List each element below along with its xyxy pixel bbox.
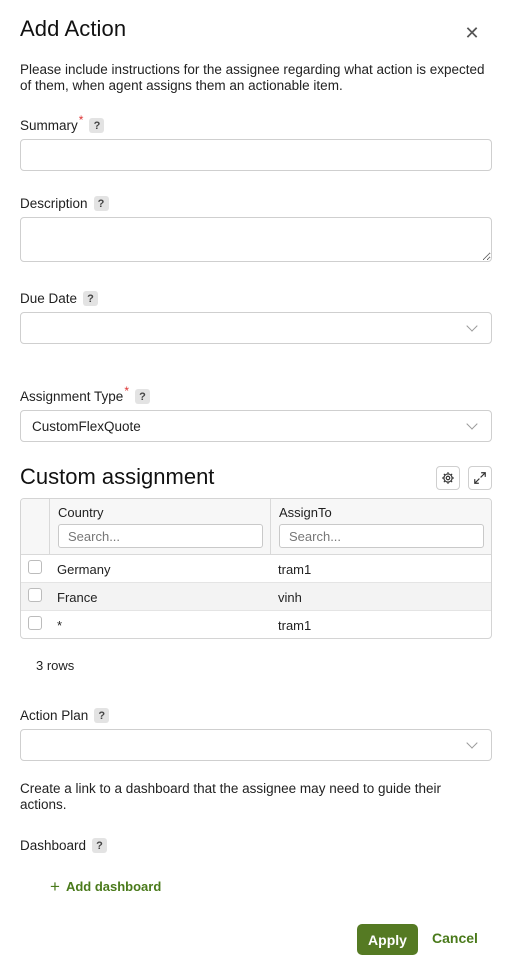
due-date-label-text: Due Date — [20, 291, 78, 306]
chevron-down-icon — [466, 320, 478, 332]
help-icon[interactable]: ? — [89, 118, 105, 133]
assign-to-filter-input[interactable] — [279, 524, 484, 548]
row-count: 3 rows — [36, 658, 75, 673]
summary-label-text: Summary — [20, 118, 78, 133]
table-row[interactable]: Germany tram1 — [21, 555, 491, 583]
table-row[interactable]: * tram1 — [21, 611, 491, 638]
cell-country: * — [57, 618, 63, 633]
action-plan-label: Action Plan ? — [20, 708, 110, 723]
action-plan-label-text: Action Plan — [20, 708, 89, 723]
help-icon[interactable]: ? — [94, 708, 110, 723]
row-checkbox[interactable] — [28, 616, 42, 630]
expand-icon — [474, 472, 486, 484]
help-icon[interactable]: ? — [92, 838, 108, 853]
close-icon[interactable]: ✕ — [463, 24, 481, 42]
add-dashboard-button[interactable]: + Add dashboard — [50, 878, 161, 895]
column-header-assign-to[interactable]: AssignTo — [279, 505, 332, 520]
dashboard-note: Create a link to a dashboard that the as… — [20, 781, 442, 812]
required-marker: * — [124, 383, 129, 398]
cell-country: Germany — [57, 562, 111, 577]
assignment-grid: Country AssignTo Germany tram1 France vi… — [20, 498, 492, 639]
assignment-type-select[interactable]: CustomFlexQuote — [20, 410, 492, 442]
due-date-select[interactable] — [20, 312, 492, 344]
description-label: Description ? — [20, 196, 109, 211]
grid-header: Country AssignTo — [21, 499, 491, 555]
due-date-label: Due Date ? — [20, 291, 99, 306]
add-dashboard-label: Add dashboard — [65, 879, 162, 894]
column-separator — [49, 499, 50, 555]
description-textarea[interactable] — [20, 217, 492, 262]
settings-button[interactable] — [436, 466, 460, 490]
cancel-button[interactable]: Cancel — [432, 930, 478, 946]
gear-icon — [442, 472, 454, 484]
description-label-text: Description — [20, 196, 88, 211]
summary-label: Summary * ? — [20, 113, 105, 133]
help-icon[interactable]: ? — [134, 389, 150, 404]
dashboard-label: Dashboard ? — [20, 838, 108, 853]
expand-button[interactable] — [468, 466, 492, 490]
intro-text: Please include instructions for the assi… — [20, 62, 485, 93]
country-filter-input[interactable] — [58, 524, 263, 548]
row-checkbox[interactable] — [28, 588, 42, 602]
chevron-down-icon — [466, 418, 478, 430]
custom-assignment-title: Custom assignment — [20, 464, 215, 489]
cell-country: France — [57, 590, 98, 605]
column-header-country[interactable]: Country — [58, 505, 104, 520]
assignment-type-value: CustomFlexQuote — [32, 418, 141, 434]
column-separator — [270, 499, 271, 555]
help-icon[interactable]: ? — [83, 291, 99, 306]
assignment-type-label: Assignment Type * ? — [20, 384, 150, 404]
cell-assign-to: tram1 — [278, 618, 312, 633]
dashboard-label-text: Dashboard — [20, 838, 87, 853]
required-marker: * — [78, 112, 84, 127]
summary-input[interactable] — [20, 139, 492, 171]
help-icon[interactable]: ? — [93, 196, 109, 211]
apply-button[interactable]: Apply — [357, 924, 418, 955]
table-row[interactable]: France vinh — [21, 583, 491, 611]
assignment-type-label-text: Assignment Type — [20, 389, 124, 404]
chevron-down-icon — [466, 737, 478, 749]
row-checkbox[interactable] — [28, 560, 42, 574]
action-plan-select[interactable] — [20, 729, 492, 761]
cell-assign-to: vinh — [278, 590, 302, 605]
cell-assign-to: tram1 — [278, 562, 312, 577]
dialog-title: Add Action — [20, 16, 127, 41]
plus-icon: + — [50, 877, 60, 896]
